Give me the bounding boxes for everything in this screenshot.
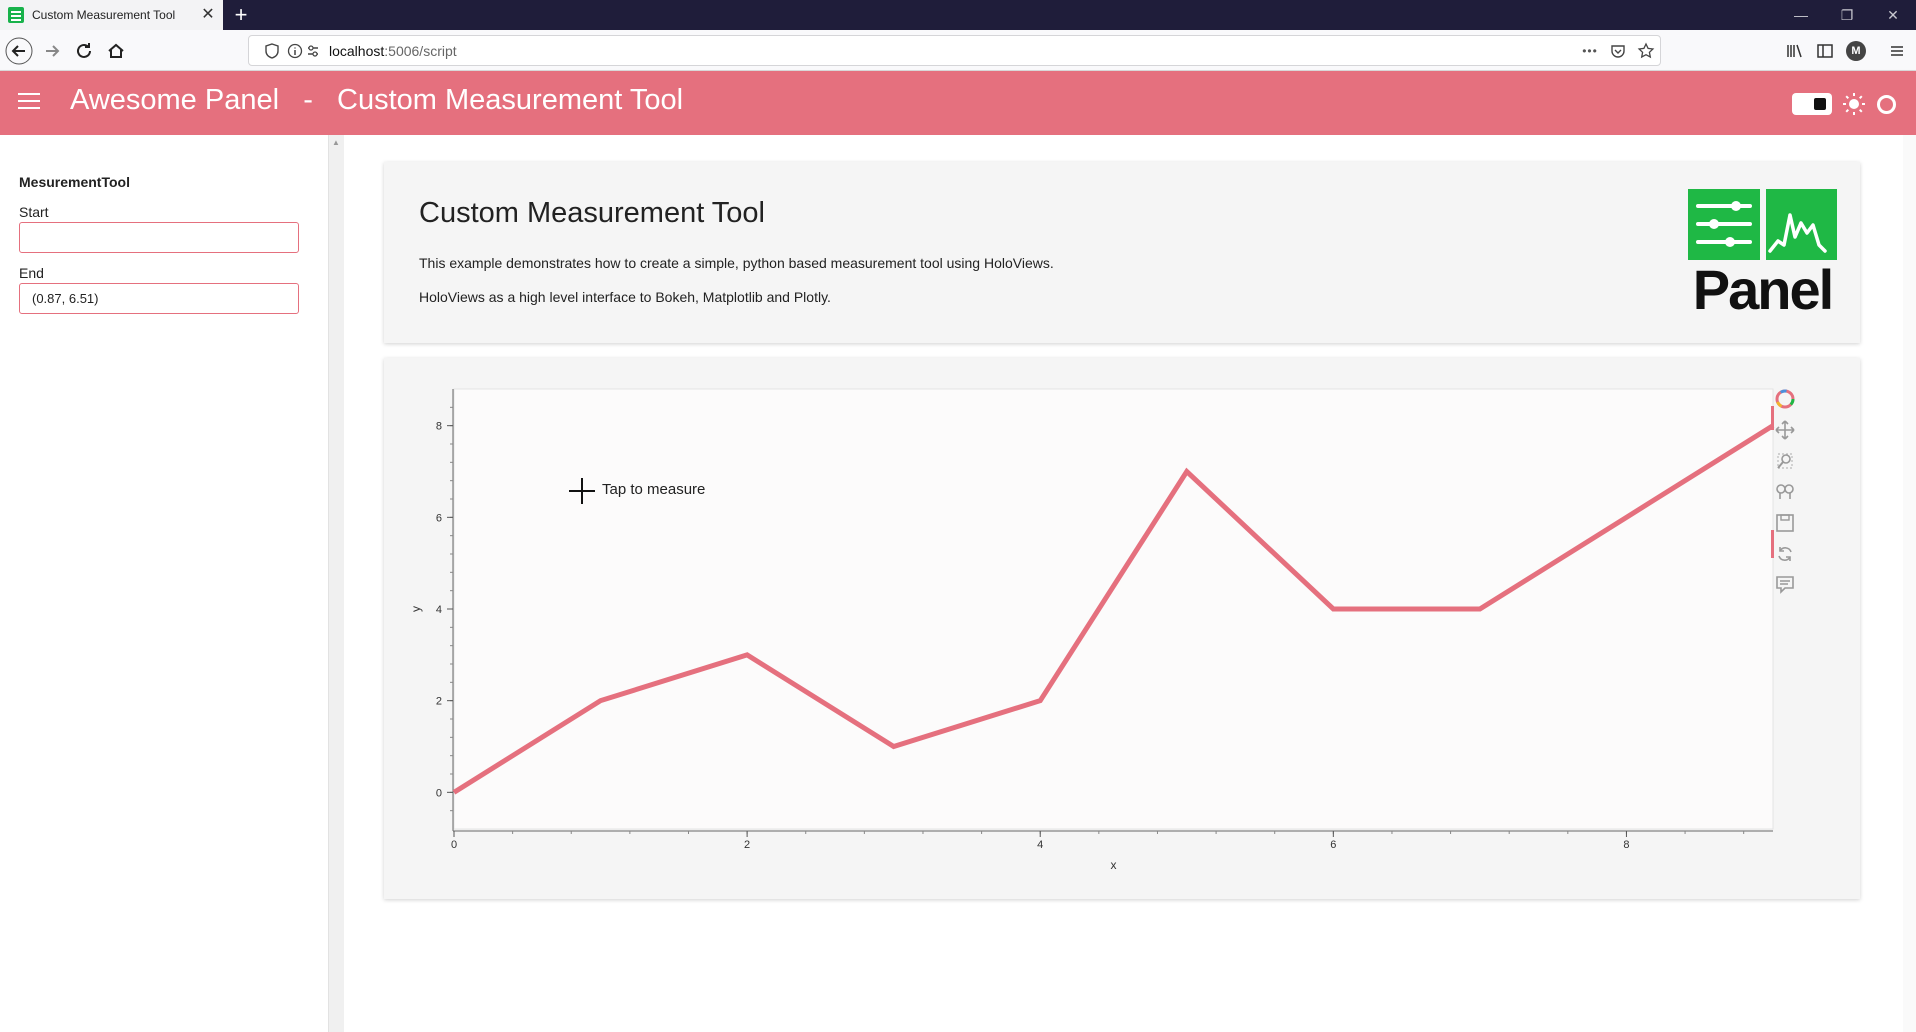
hover-text: Tap to measure	[602, 481, 706, 498]
hamburger-menu-icon[interactable]	[18, 93, 40, 111]
x-tick-label: 2	[744, 839, 750, 851]
intro-card: Custom Measurement Tool This example dem…	[384, 162, 1860, 343]
x-tick-label: 8	[1623, 839, 1629, 851]
pocket-icon[interactable]	[1609, 42, 1627, 60]
permissions-icon[interactable]	[304, 42, 322, 60]
y-tick-label: 2	[436, 696, 442, 708]
close-window-button[interactable]: ✕	[1870, 0, 1916, 30]
card-title: Custom Measurement Tool	[419, 197, 766, 229]
close-tab-icon[interactable]: ✕	[197, 4, 219, 26]
main-content: Custom Measurement Tool This example dem…	[344, 135, 1916, 1032]
x-tick-label: 6	[1330, 839, 1336, 851]
browser-tab[interactable]: Custom Measurement Tool ✕	[0, 0, 223, 30]
bokeh-logo-icon[interactable]	[1774, 388, 1796, 410]
sidebar	[0, 135, 328, 1032]
y-axis-label: y	[409, 606, 423, 612]
new-tab-button[interactable]: +	[228, 2, 254, 28]
url-bar[interactable]: localhost:5006/script •••	[248, 35, 1661, 66]
start-input[interactable]	[19, 222, 299, 253]
library-icon[interactable]	[1784, 41, 1804, 61]
reset-icon[interactable]	[1774, 543, 1796, 565]
browser-tab-bar: Custom Measurement Tool ✕ + — ❐ ✕	[0, 0, 1916, 30]
widget-title: MesurementTool	[19, 174, 130, 190]
url-path: :5006/script	[384, 43, 457, 59]
active-tool-marker	[1771, 406, 1774, 430]
crosshair-cursor-icon	[569, 478, 595, 504]
x-tick-label: 0	[451, 839, 457, 851]
account-icon[interactable]: M	[1846, 41, 1866, 61]
x-axis-label: x	[1111, 858, 1117, 872]
description-paragraph-2: HoloViews as a high level interface to B…	[419, 289, 831, 305]
app-header: Awesome Panel - Custom Measurement Tool	[0, 71, 1916, 135]
plot-frame	[453, 388, 1774, 830]
home-icon[interactable]	[101, 36, 131, 66]
panel-logo-text: Panel	[1692, 258, 1834, 321]
toggle-knob	[1814, 98, 1826, 110]
reload-icon[interactable]	[69, 36, 99, 66]
back-arrow-icon[interactable]	[4, 36, 34, 66]
end-label: End	[19, 265, 44, 281]
info-icon[interactable]	[286, 42, 304, 60]
busy-indicator-icon	[1877, 95, 1896, 114]
browser-nav-bar: localhost:5006/script ••• M	[0, 30, 1916, 71]
menu-icon[interactable]	[1887, 41, 1907, 61]
shield-icon[interactable]	[263, 42, 281, 60]
minimize-window-button[interactable]: —	[1778, 0, 1824, 30]
y-tick-label: 6	[436, 512, 442, 524]
panel-logo: Panel	[1686, 189, 1839, 319]
restore-window-button[interactable]: ❐	[1824, 0, 1870, 30]
browser-tab-title: Custom Measurement Tool	[32, 8, 176, 22]
sun-icon[interactable]	[1842, 92, 1866, 116]
url-text[interactable]: localhost:5006/script	[329, 43, 457, 59]
start-label: Start	[19, 204, 49, 220]
star-icon[interactable]	[1637, 42, 1655, 60]
page-scrollbar[interactable]	[1903, 135, 1916, 1032]
hover-icon[interactable]	[1774, 574, 1796, 596]
theme-toggle[interactable]	[1792, 93, 1832, 115]
description-paragraph-1: This example demonstrates how to create …	[419, 255, 1054, 271]
sidebar-scrollbar[interactable]: ▲	[328, 135, 344, 1032]
forward-arrow-icon[interactable]	[37, 36, 67, 66]
end-input[interactable]	[19, 283, 299, 314]
box-zoom-icon[interactable]	[1774, 481, 1796, 503]
save-icon[interactable]	[1774, 512, 1796, 534]
active-tool-marker	[1771, 530, 1774, 558]
x-tick-label: 4	[1037, 839, 1043, 851]
app-title: Awesome Panel - Custom Measurement Tool	[70, 84, 684, 116]
scroll-up-arrow-icon[interactable]: ▲	[332, 138, 340, 147]
url-host: localhost	[329, 43, 385, 59]
y-tick-label: 4	[436, 604, 442, 616]
line-chart[interactable]: 0 2 4 6 8 0 2 4 6 8 x y	[384, 358, 1860, 899]
more-dots-icon[interactable]: •••	[1581, 42, 1599, 60]
pan-icon[interactable]	[1774, 419, 1796, 441]
panel-favicon-icon	[8, 7, 24, 23]
y-tick-label: 8	[436, 421, 442, 433]
zoom-icon[interactable]	[1774, 450, 1796, 472]
plot-toolbar	[1774, 388, 1798, 605]
sidebar-icon[interactable]	[1815, 41, 1835, 61]
plot-card: 0 2 4 6 8 0 2 4 6 8 x y Tap to measure	[384, 358, 1860, 899]
y-tick-label: 0	[436, 787, 442, 799]
